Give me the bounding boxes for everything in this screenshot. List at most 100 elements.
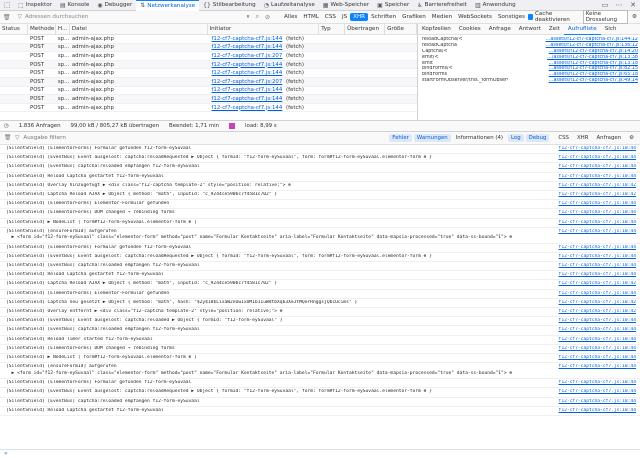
message-source-link[interactable]: f12-cf7-captcha-cf7.js:10:44: [552, 263, 640, 269]
message-source-link[interactable]: f12-cf7-captcha-cf7.js:10:42: [552, 183, 640, 189]
console-filter-fehler[interactable]: Fehler: [389, 134, 412, 142]
console-filter-debug[interactable]: Debug: [526, 134, 550, 142]
type-filter-css[interactable]: CSS: [322, 13, 339, 21]
type-filter-medien[interactable]: Medien: [429, 13, 455, 21]
frame-source-link[interactable]: …assets/f12-cf7-captcha-cf7.js:13:18: [508, 61, 640, 66]
details-tab-antwort[interactable]: Antwort: [515, 24, 545, 35]
frame-source-link[interactable]: …assets/f12-cf7-captcha-cf7.js:144:12: [508, 37, 640, 42]
message-source-link[interactable]: f12-cf7-captcha-cf7.js:10:44: [552, 355, 640, 361]
tab-netzwerkanalyse[interactable]: ⇅Netzwerkanalyse: [136, 0, 199, 11]
type-filter-html[interactable]: HTML: [300, 13, 322, 21]
message-source-link[interactable]: f12-cf7-captcha-cf7.js:10:44: [552, 337, 640, 343]
message-source-link[interactable]: f12-cf7-captcha-cf7.js:10:44: [552, 408, 640, 414]
message-source-link[interactable]: f12-cf7-captcha-cf7.js:10:44: [552, 229, 640, 235]
column-header[interactable]: H...: [56, 24, 70, 35]
message-source-link[interactable]: f12-cf7-captcha-cf7.js:10:44: [552, 399, 640, 405]
frame-source-link[interactable]: …assets/f12-cf7-captcha-cf7.js:65:18: [508, 72, 640, 77]
frame-source-link[interactable]: …assets/f12-cf7-captcha-cf7.js:14:20: [508, 49, 640, 54]
message-source-link[interactable]: f12-cf7-captcha-cf7.js:10:42: [552, 281, 640, 287]
message-source-link[interactable]: f12-cf7-captcha-cf7.js:10:44: [552, 318, 640, 324]
details-tab-aufrufliste[interactable]: Aufrufliste: [564, 24, 601, 35]
initiator-link[interactable]: f12-cf7-captcha-cf7.js:144: [210, 105, 283, 111]
details-tab-cookies[interactable]: Cookies: [455, 24, 485, 35]
details-tab-sich[interactable]: Sich: [601, 24, 621, 35]
type-filter-alles[interactable]: Alles: [281, 13, 300, 21]
column-header[interactable]: Übertragen: [345, 24, 385, 35]
console-filter-xhr[interactable]: XHR: [574, 134, 592, 142]
initiator-link[interactable]: f12-cf7-captcha-cf7.js:144: [210, 70, 283, 76]
message-source-link[interactable]: f12-cf7-captcha-cf7.js:10:44: [552, 174, 640, 180]
close-icon[interactable]: ✕: [626, 0, 640, 11]
message-source-link[interactable]: f12-cf7-captcha-cf7.js:10:42: [552, 192, 640, 198]
column-header[interactable]: Typ: [319, 24, 345, 35]
table-row[interactable]: POSTsp...admin-ajax.phpf12-cf7-captcha-c…: [0, 87, 417, 96]
initiator-link[interactable]: f12-cf7-captcha-cf7.js:144: [210, 36, 283, 42]
throttle-select[interactable]: Keine Drosselung: [583, 10, 628, 24]
table-row[interactable]: POSTsp...admin-ajax.phpf12-cf7-captcha-c…: [0, 69, 417, 78]
tab-anwendung[interactable]: ▥Anwendung: [471, 0, 520, 11]
cache-checkbox[interactable]: [528, 14, 533, 20]
message-source-link[interactable]: f12-cf7-captcha-cf7.js:10:42: [552, 300, 640, 306]
initiator-link[interactable]: f12-cf7-captcha-cf7.js:144: [210, 87, 283, 93]
clear-icon[interactable]: 🗑: [3, 14, 11, 21]
initiator-link[interactable]: f12-cf7-captcha-cf7.js:144: [210, 96, 283, 102]
tab-web-speicher[interactable]: ▦Web-Speicher: [319, 0, 373, 11]
console-filter-warnungen[interactable]: Warnungen: [414, 134, 451, 142]
responsive-icon[interactable]: ▭: [598, 0, 612, 11]
settings-icon[interactable]: ⚙: [632, 14, 637, 20]
type-filter-grafiken[interactable]: Grafiken: [399, 13, 429, 21]
column-header[interactable]: Status: [0, 24, 28, 35]
more-icon[interactable]: ⋯: [612, 0, 626, 11]
message-source-link[interactable]: f12-cf7-captcha-cf7.js:10:44: [552, 254, 640, 260]
console-filter-log[interactable]: Log: [508, 134, 524, 142]
tab-speicher[interactable]: ▣Speicher: [373, 0, 413, 11]
block-icon[interactable]: ⊘: [265, 14, 270, 21]
table-row[interactable]: POSTsp...admin-ajax.phpf12-cf7-captcha-c…: [0, 35, 417, 44]
details-tab-zeit[interactable]: Zeit: [545, 24, 564, 35]
type-filter-sonstiges[interactable]: Sonstiges: [495, 13, 528, 21]
message-source-link[interactable]: f12-cf7-captcha-cf7.js:10:44: [552, 380, 640, 386]
column-header[interactable]: Methode: [28, 24, 56, 35]
tab-laufzeitanalyse[interactable]: ◔Laufzeitanalyse: [260, 0, 319, 11]
console-filter-css[interactable]: CSS: [555, 134, 572, 142]
message-source-link[interactable]: f12-cf7-captcha-cf7.js:10:44: [552, 291, 640, 297]
frame-source-link[interactable]: …assets/f12-cf7-captcha-cf7.js:82:15: [508, 66, 640, 71]
column-header[interactable]: Größe: [385, 24, 417, 35]
message-source-link[interactable]: f12-cf7-captcha-cf7.js:10:44: [552, 272, 640, 278]
console-filter[interactable]: 🗑 ▽ Ausgabe filtern: [0, 135, 66, 141]
message-source-link[interactable]: f12-cf7-captcha-cf7.js:10:44: [552, 201, 640, 207]
initiator-link[interactable]: f12-cf7-captcha-cf7.js:144: [210, 62, 283, 68]
initiator-link[interactable]: f12-cf7-captcha-cf7.js:207: [210, 53, 283, 59]
type-filter-schriften[interactable]: Schriften: [368, 13, 399, 21]
tab-stilbearbeitung[interactable]: {}Stilbearbeitung: [199, 0, 260, 11]
initiator-link[interactable]: f12-cf7-captcha-cf7.js:144: [210, 44, 283, 50]
table-row[interactable]: POSTsp...admin-ajax.phpf12-cf7-captcha-c…: [0, 61, 417, 70]
console-filter-anfragen[interactable]: Anfragen: [593, 134, 624, 142]
frame-source-link[interactable]: …assets/f12-cf7-captcha-cf7.js:49:14: [508, 78, 640, 83]
trash-icon[interactable]: 🗑: [4, 135, 11, 141]
tab-barrierefreiheit[interactable]: ♿Barrierefreiheit: [413, 0, 471, 11]
message-source-link[interactable]: f12-cf7-captcha-cf7.js:10:44: [552, 389, 640, 395]
initiator-link[interactable]: f12-cf7-captcha-cf7.js:207: [210, 79, 283, 85]
console-input[interactable]: »: [0, 449, 640, 457]
message-source-link[interactable]: f12-cf7-captcha-cf7.js:10:44: [552, 245, 640, 251]
type-filter-js[interactable]: JS: [339, 13, 350, 21]
message-source-link[interactable]: f12-cf7-captcha-cf7.js:10:44: [552, 146, 640, 152]
console-filter-informationen[interactable]: Informationen (4): [453, 134, 506, 142]
details-tab-anfrage[interactable]: Anfrage: [485, 24, 515, 35]
frame-source-link[interactable]: …/assets/f12-cf7-captcha-cf7.js:13:38: [508, 55, 640, 60]
message-source-link[interactable]: f12-cf7-captcha-cf7.js:10:44: [552, 327, 640, 333]
tab-konsole[interactable]: ▤Konsole: [56, 0, 93, 11]
gear-icon[interactable]: ⚙: [626, 134, 637, 142]
type-filter-websockets[interactable]: WebSockets: [455, 13, 495, 21]
table-row[interactable]: POSTsp...admin-ajax.phpf12-cf7-captcha-c…: [0, 52, 417, 61]
frame-source-link[interactable]: …assets/f12-cf7-captcha-cf7.js:136:12: [508, 43, 640, 48]
column-header[interactable]: Datei: [70, 24, 208, 35]
message-source-link[interactable]: f12-cf7-captcha-cf7.js:10:44: [552, 364, 640, 370]
pick-element-icon[interactable]: ⬚: [0, 0, 14, 11]
message-source-link[interactable]: f12-cf7-captcha-cf7.js:10:44: [552, 155, 640, 161]
table-row[interactable]: POSTsp...admin-ajax.phpf12-cf7-captcha-c…: [0, 78, 417, 87]
url-filter-input[interactable]: ▽ Adressen durchsuchen: [14, 14, 244, 20]
message-source-link[interactable]: f12-cf7-captcha-cf7.js:10:44: [552, 210, 640, 216]
type-filter-xhr[interactable]: XHR: [350, 13, 368, 21]
